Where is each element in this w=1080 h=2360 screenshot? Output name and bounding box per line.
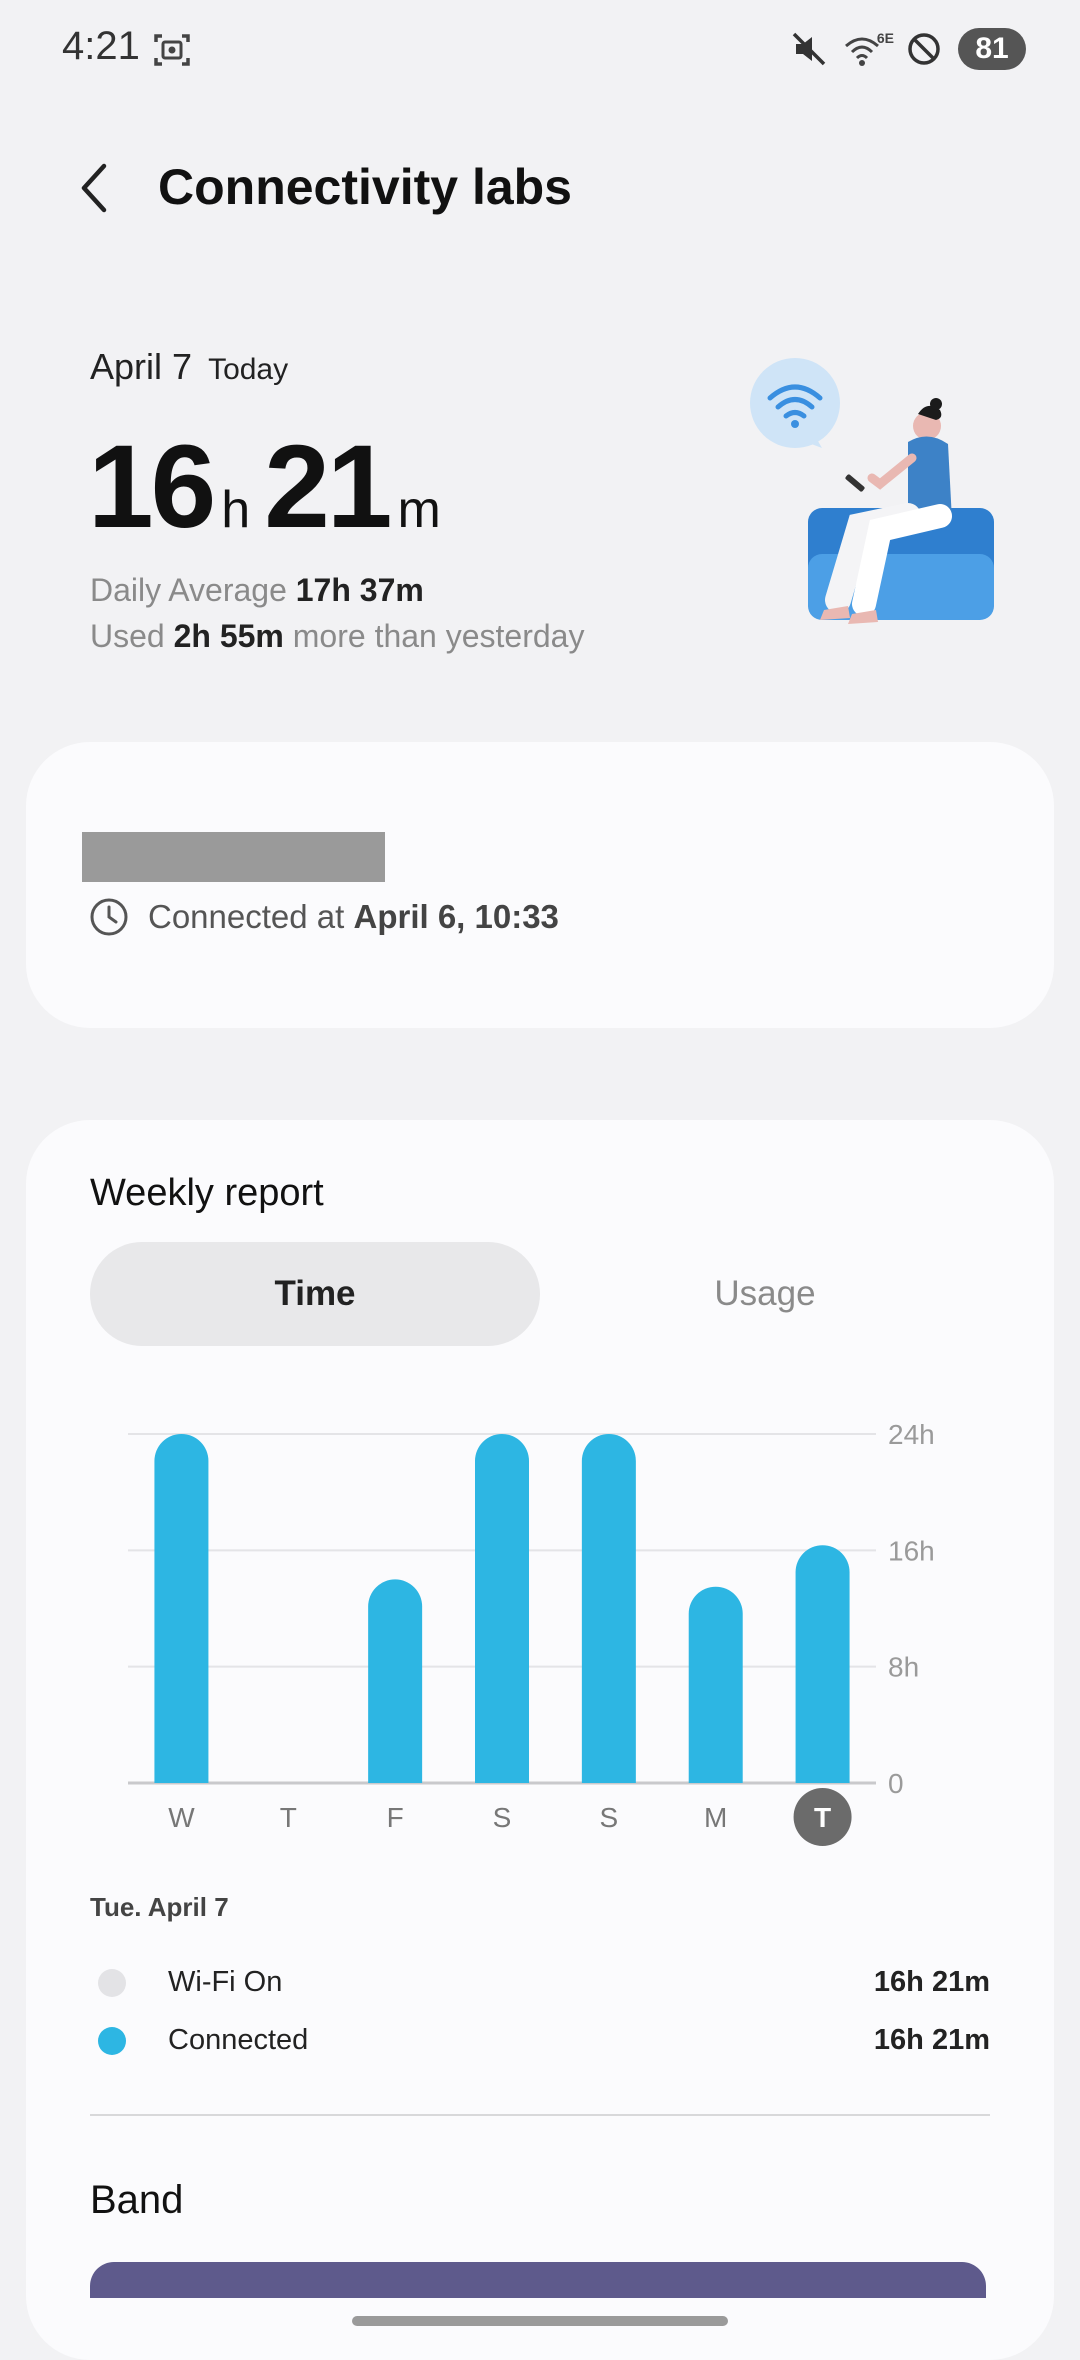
bar — [795, 1545, 850, 1783]
summary-date: April 7 Today — [90, 346, 288, 388]
redacted-network-name — [82, 832, 385, 882]
y-tick-label: 24h — [888, 1419, 935, 1450]
x-tick-label: M — [704, 1802, 727, 1833]
x-tick-label: S — [493, 1802, 512, 1833]
page-title: Connectivity labs — [158, 159, 572, 215]
bar — [368, 1579, 423, 1783]
legend-dot-connected — [98, 2026, 126, 2055]
used-label: Used — [90, 618, 165, 654]
band-section-title: Band — [90, 2178, 184, 2222]
back-button[interactable] — [70, 158, 120, 218]
selected-day-label: Tue. April 7 — [90, 1892, 229, 1922]
connected-at: Connected at April 6, 10:33 — [88, 896, 559, 938]
wifi-bubble — [750, 358, 840, 448]
date-label: April 7 — [90, 346, 193, 387]
battery-indicator: 81 — [958, 28, 1026, 70]
y-tick-label: 8h — [888, 1652, 919, 1683]
y-tick-label: 16h — [888, 1535, 935, 1566]
today-label: Today — [208, 353, 289, 386]
bar — [688, 1586, 743, 1783]
wifi-badge: 6E — [876, 30, 894, 46]
hours-unit: h — [221, 481, 251, 539]
legend-value-connected: 16h 21m — [873, 2024, 990, 2056]
daily-average-label: Daily Average — [90, 572, 287, 608]
screenshot-icon — [154, 34, 190, 66]
bar — [154, 1434, 209, 1783]
bar — [581, 1434, 636, 1783]
wifi-6e-icon: 6E — [844, 30, 894, 68]
legend-dot-wifi-on — [98, 1968, 126, 1997]
legend-wifi-on: Wi-Fi On 16h 21m — [90, 1966, 990, 1999]
legend-connected: Connected 16h 21m — [90, 2024, 990, 2057]
status-time: 4:21 — [62, 24, 140, 68]
tab-time[interactable]: Time — [90, 1242, 540, 1346]
used-value: 2h 55m — [173, 618, 284, 654]
x-tick-label: W — [168, 1802, 195, 1833]
x-tick-label: S — [600, 1802, 619, 1833]
x-tick-label: T — [814, 1802, 831, 1833]
report-type-toggle: Time Usage — [90, 1242, 990, 1346]
hours-value: 16 — [88, 421, 216, 553]
mute-icon — [792, 32, 826, 66]
used-suffix: more than yesterday — [292, 618, 585, 654]
status-icons: 6E 81 — [790, 28, 1026, 70]
band-bar — [90, 2262, 986, 2298]
gesture-nav-handle[interactable] — [352, 2316, 728, 2326]
person-on-couch-illustration — [750, 358, 994, 624]
bar — [475, 1434, 529, 1783]
daily-average: Daily Average 17h 37m — [90, 572, 424, 609]
weekly-time-chart: 0 8h 16h 24h W T F S S M T — [128, 1419, 935, 1846]
y-tick-label: 0 — [888, 1768, 904, 1799]
tab-usage[interactable]: Usage — [540, 1242, 990, 1346]
x-tick-label: T — [280, 1802, 297, 1833]
legend-value-wifi-on: 16h 21m — [873, 1966, 990, 1998]
connected-value: April 6, 10:33 — [353, 898, 559, 935]
daily-average-value: 17h 37m — [295, 572, 424, 608]
usage-comparison: Used 2h 55m more than yesterday — [90, 618, 584, 655]
minutes-unit: m — [397, 481, 441, 539]
x-tick-label: F — [387, 1802, 404, 1833]
do-not-disturb-icon — [908, 33, 940, 65]
network-card[interactable] — [26, 742, 1054, 1028]
legend-label-connected: Connected — [168, 2024, 309, 2056]
connected-label: Connected at — [148, 898, 345, 935]
legend-label-wifi-on: Wi-Fi On — [168, 1966, 283, 1998]
weekly-report-title: Weekly report — [90, 1172, 324, 1214]
section-divider — [90, 2114, 990, 2116]
clock-icon — [90, 898, 128, 936]
minutes-value: 21 — [264, 421, 392, 553]
daily-total-time: 16 h 21 m — [88, 428, 455, 546]
